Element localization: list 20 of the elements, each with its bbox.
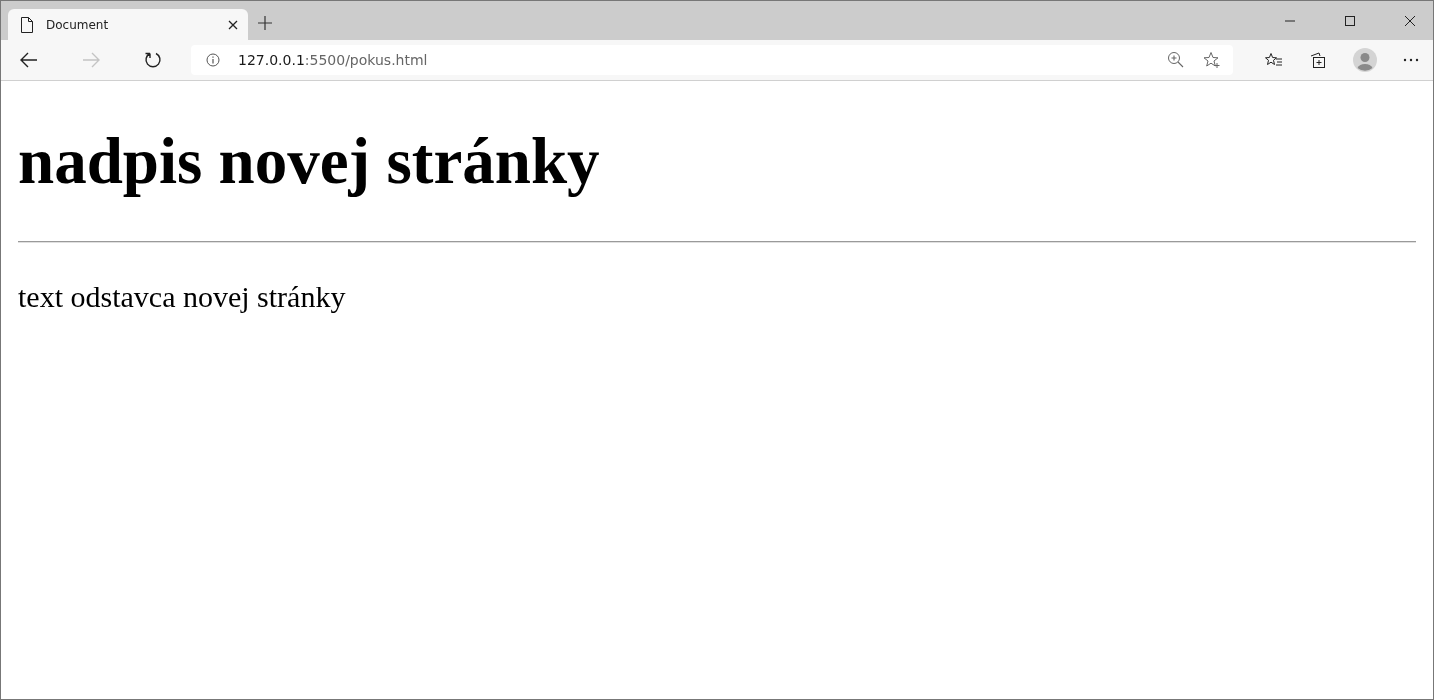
document-icon: [21, 16, 33, 33]
address-bar[interactable]: 127.0.0.1:5500/pokus.html: [191, 45, 1233, 75]
reload-icon[interactable]: [144, 51, 162, 69]
collections-icon[interactable]: [1309, 51, 1327, 69]
page-paragraph: text odstavca novej stránky: [18, 279, 347, 315]
page-heading: nadpis novej stránky: [18, 124, 601, 199]
profile-avatar-icon[interactable]: [1353, 48, 1377, 72]
back-icon[interactable]: [20, 52, 38, 68]
close-icon[interactable]: [228, 19, 238, 30]
new-tab-icon[interactable]: [258, 16, 272, 30]
tab-title: Document: [46, 17, 110, 32]
favorites-icon[interactable]: [1265, 52, 1283, 68]
more-menu-icon[interactable]: [1403, 58, 1419, 62]
browser-tab[interactable]: Document: [8, 9, 248, 40]
add-favorite-icon[interactable]: [1203, 51, 1221, 69]
maximize-icon[interactable]: [1344, 14, 1356, 27]
info-icon[interactable]: [206, 53, 220, 67]
url-text: 127.0.0.1:5500/pokus.html: [238, 52, 428, 68]
zoom-in-icon[interactable]: [1167, 51, 1185, 69]
close-icon[interactable]: [1404, 14, 1416, 27]
